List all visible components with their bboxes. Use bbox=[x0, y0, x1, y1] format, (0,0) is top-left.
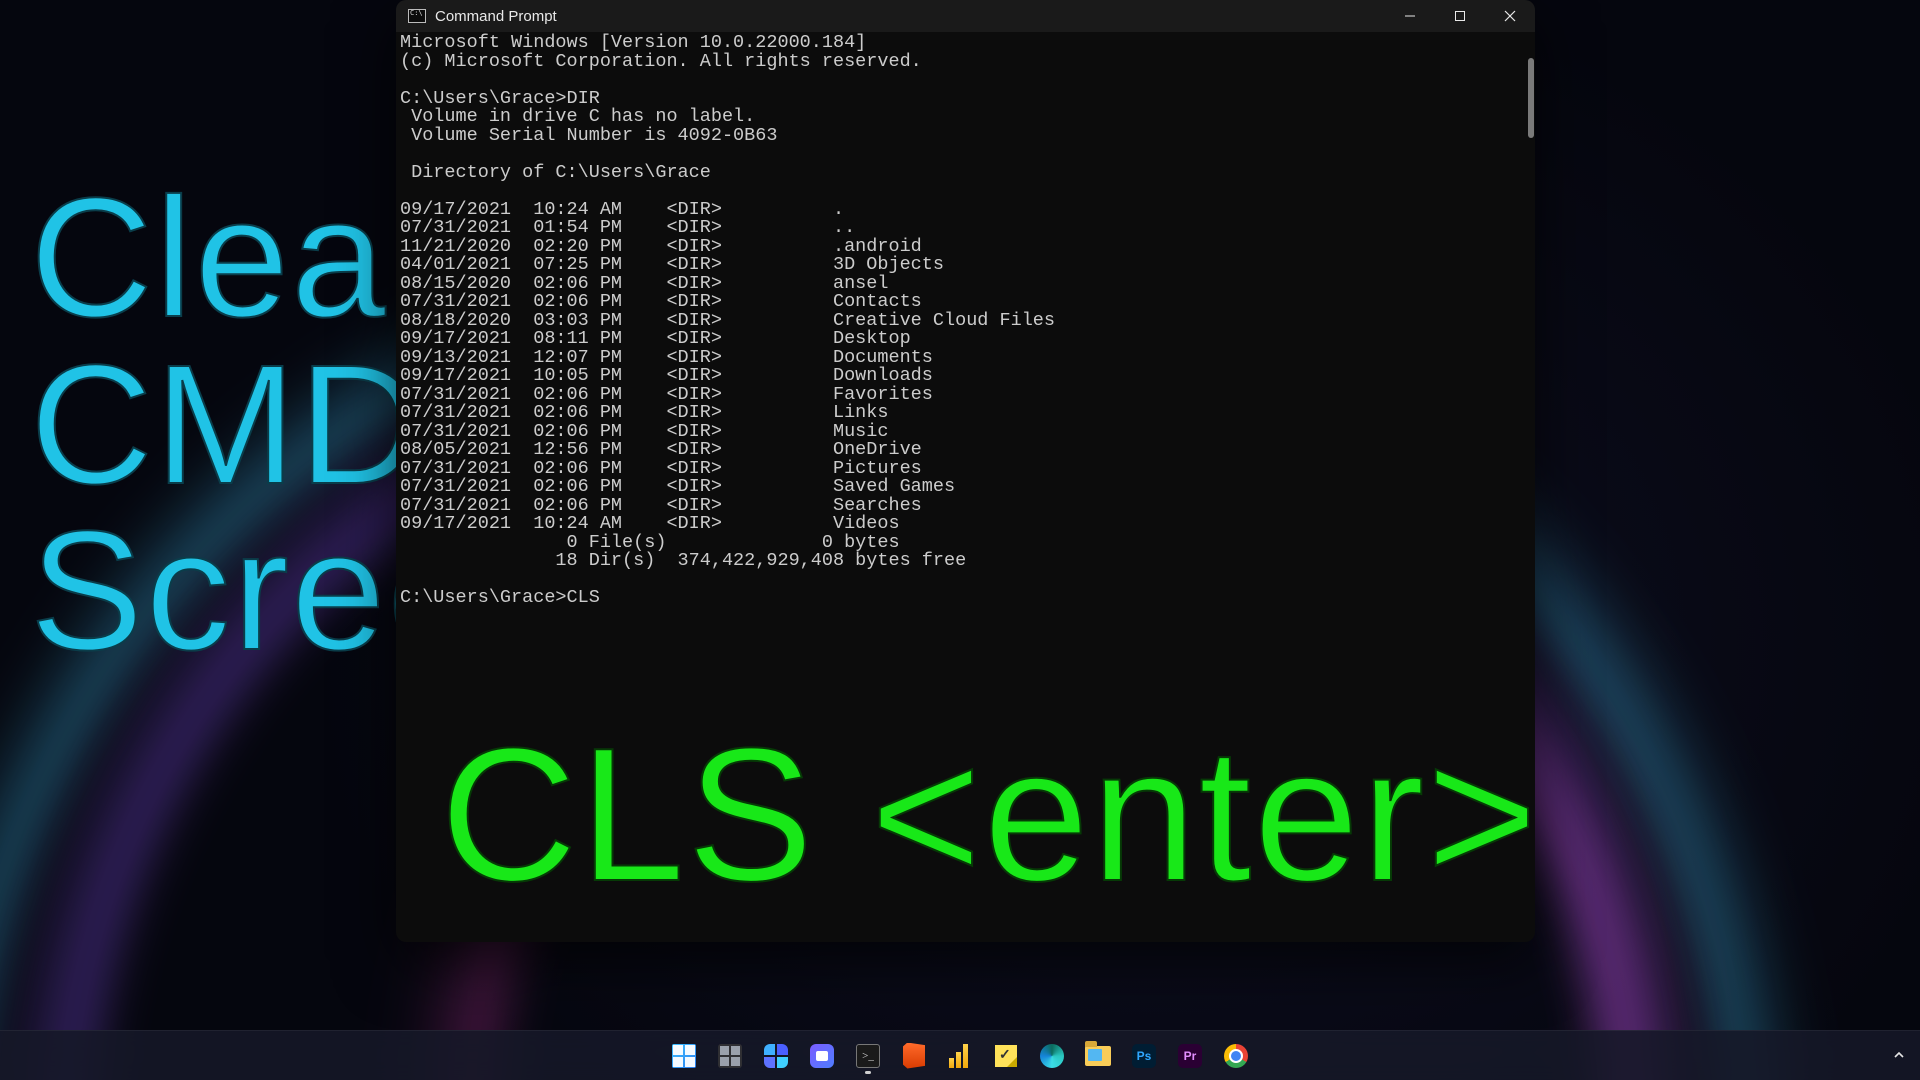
taskbar-item-terminal[interactable] bbox=[849, 1037, 887, 1075]
photoshop-icon: Ps bbox=[1131, 1043, 1157, 1069]
taskbar: Ps Pr bbox=[0, 1030, 1920, 1080]
close-button[interactable] bbox=[1485, 0, 1535, 32]
tray-overflow-button[interactable] bbox=[1884, 1030, 1914, 1080]
term-line: Directory of C:\Users\Grace bbox=[400, 162, 711, 183]
widgets-icon bbox=[763, 1043, 789, 1069]
chat-icon bbox=[809, 1043, 835, 1069]
overlay-cls-banner: CLS <enter> bbox=[440, 730, 1539, 901]
term-line: (c) Microsoft Corporation. All rights re… bbox=[400, 51, 922, 72]
scroll-thumb[interactable] bbox=[1528, 58, 1534, 138]
taskbar-item-stickynotes[interactable] bbox=[987, 1037, 1025, 1075]
taskbar-item-chat[interactable] bbox=[803, 1037, 841, 1075]
office-icon bbox=[901, 1043, 927, 1069]
taskbar-item-widgets[interactable] bbox=[757, 1037, 795, 1075]
maximize-button[interactable] bbox=[1435, 0, 1485, 32]
taskview-icon bbox=[717, 1043, 743, 1069]
taskbar-item-chrome[interactable] bbox=[1217, 1037, 1255, 1075]
minimize-button[interactable] bbox=[1385, 0, 1435, 32]
taskbar-item-powerbi[interactable] bbox=[941, 1037, 979, 1075]
taskbar-item-start[interactable] bbox=[665, 1037, 703, 1075]
taskbar-item-explorer[interactable] bbox=[1079, 1037, 1117, 1075]
stickynotes-icon bbox=[993, 1043, 1019, 1069]
taskbar-item-photoshop[interactable]: Ps bbox=[1125, 1037, 1163, 1075]
terminal-icon bbox=[855, 1043, 881, 1069]
dir-listing: 09/17/2021 10:24 AM <DIR> . 07/31/2021 0… bbox=[400, 199, 1055, 535]
cmd-icon bbox=[408, 9, 426, 23]
taskbar-item-taskview[interactable] bbox=[711, 1037, 749, 1075]
edge-icon bbox=[1039, 1043, 1065, 1069]
explorer-icon bbox=[1085, 1043, 1111, 1069]
titlebar[interactable]: Command Prompt bbox=[396, 0, 1535, 32]
term-line: 18 Dir(s) 374,422,929,408 bytes free bbox=[400, 550, 966, 571]
term-prompt: C:\Users\Grace>CLS bbox=[400, 587, 600, 608]
taskbar-item-edge[interactable] bbox=[1033, 1037, 1071, 1075]
window-title: Command Prompt bbox=[435, 8, 557, 25]
term-line: Volume Serial Number is 4092-0B63 bbox=[400, 125, 777, 146]
taskbar-item-office[interactable] bbox=[895, 1037, 933, 1075]
taskbar-item-premiere[interactable]: Pr bbox=[1171, 1037, 1209, 1075]
powerbi-icon bbox=[947, 1043, 973, 1069]
start-icon bbox=[671, 1043, 697, 1069]
premiere-icon: Pr bbox=[1177, 1043, 1203, 1069]
chrome-icon bbox=[1223, 1043, 1249, 1069]
